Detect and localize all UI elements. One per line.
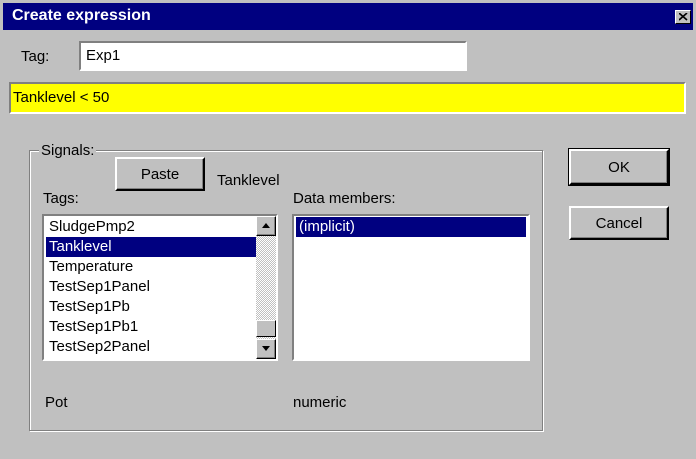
list-item[interactable]: TestSep1Pb1	[46, 317, 256, 337]
tag-input-value: Exp1	[86, 47, 121, 64]
data-members-listbox[interactable]: (implicit)	[292, 214, 530, 361]
title-bar[interactable]: Create expression	[3, 3, 693, 30]
ok-button-label: OK	[608, 158, 630, 176]
list-item[interactable]: SludgePmp2	[46, 217, 256, 237]
close-button[interactable]	[675, 10, 691, 24]
tags-label: Tags:	[43, 190, 79, 207]
cancel-button[interactable]: Cancel	[569, 206, 669, 240]
arrow-down-icon	[262, 346, 270, 351]
scroll-thumb[interactable]	[256, 320, 276, 337]
list-item[interactable]: (implicit)	[296, 217, 526, 237]
ok-button[interactable]: OK	[568, 148, 670, 186]
tags-listbox[interactable]: SludgePmp2 Tanklevel Temperature TestSep1Pa…	[42, 214, 278, 361]
list-item[interactable]: TestSep1Panel	[46, 277, 256, 297]
selected-signal-name: Tanklevel	[217, 172, 280, 189]
create-expression-dialog: Create expression Tag: Exp1 Tanklevel < …	[0, 0, 696, 459]
arrow-up-icon	[262, 223, 270, 228]
expression-value: Tanklevel < 50	[13, 89, 110, 106]
signal-source-text: Pot	[45, 394, 68, 411]
scroll-down-button[interactable]	[256, 339, 276, 359]
scroll-up-button[interactable]	[256, 216, 276, 236]
close-icon	[679, 13, 688, 21]
tag-label: Tag:	[21, 48, 50, 65]
paste-button[interactable]: Paste	[115, 157, 205, 191]
paste-button-label: Paste	[140, 165, 180, 183]
tags-scrollbar[interactable]	[256, 216, 276, 359]
tag-input[interactable]: Exp1	[79, 41, 467, 71]
cancel-button-label: Cancel	[595, 214, 643, 232]
dialog-title: Create expression	[12, 7, 151, 24]
expression-field[interactable]: Tanklevel < 50	[9, 82, 686, 114]
list-item[interactable]: TestSep1Pb	[46, 297, 256, 317]
data-members-label: Data members:	[293, 190, 396, 207]
signal-type-text: numeric	[293, 394, 347, 411]
list-item[interactable]: Temperature	[46, 257, 256, 277]
signals-group-label: Signals:	[39, 142, 97, 159]
list-item[interactable]: Tanklevel	[46, 237, 256, 257]
list-item[interactable]: TestSep2Panel	[46, 337, 256, 357]
